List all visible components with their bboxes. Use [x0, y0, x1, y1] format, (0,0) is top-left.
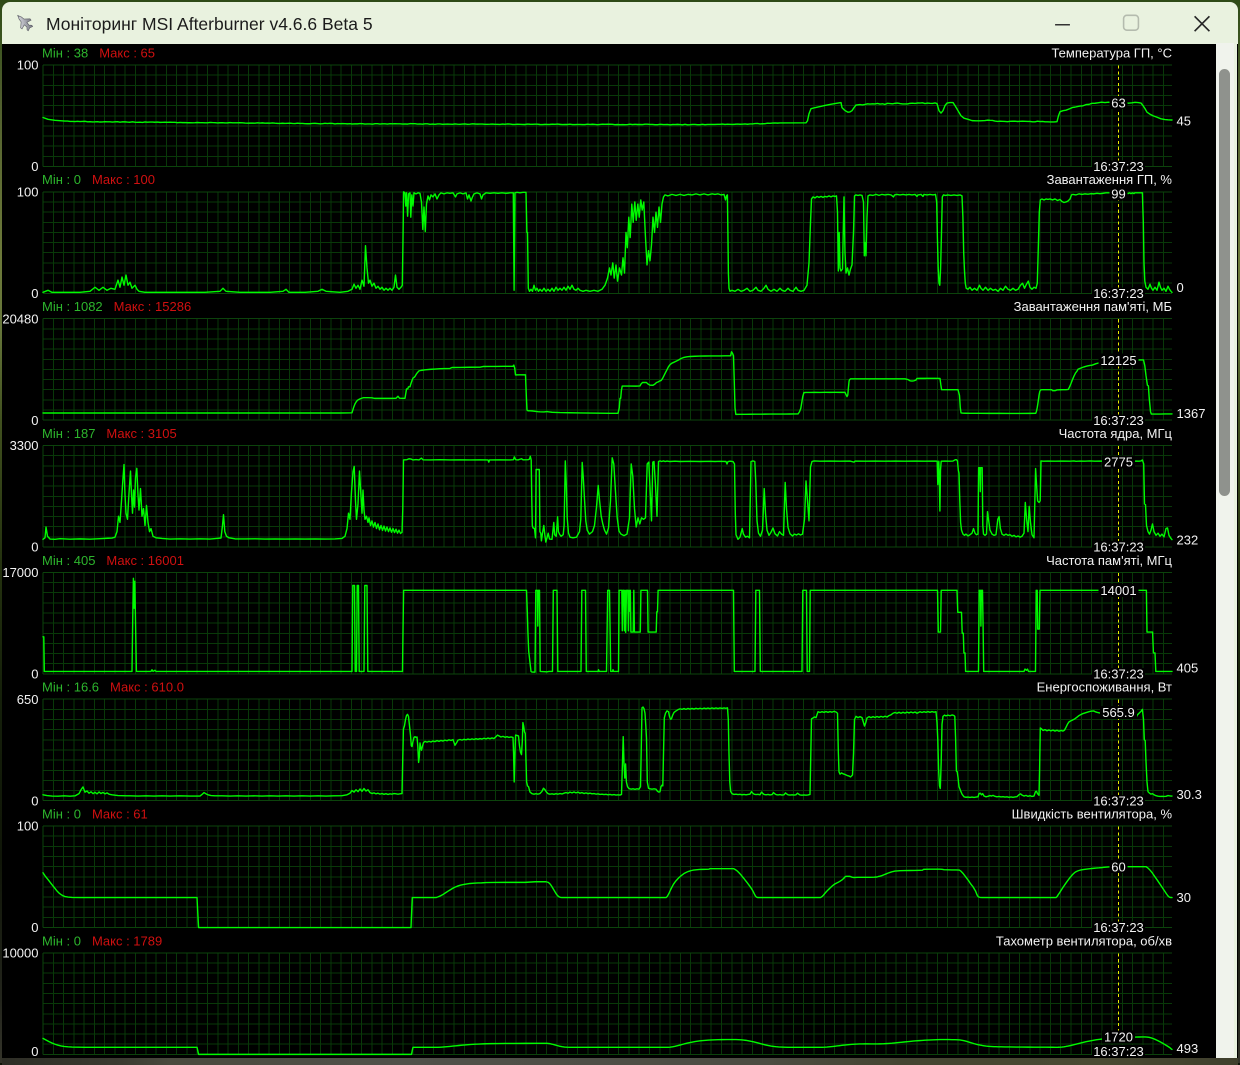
svg-text:Мін : 0: Мін : 0 — [42, 933, 81, 948]
svg-text:20480: 20480 — [2, 311, 38, 326]
svg-text:0: 0 — [31, 159, 38, 174]
svg-text:0: 0 — [1177, 280, 1184, 295]
svg-text:1720: 1720 — [1104, 1030, 1133, 1045]
svg-text:493: 493 — [1177, 1041, 1199, 1056]
svg-text:30: 30 — [1177, 890, 1191, 905]
svg-text:10000: 10000 — [2, 946, 38, 961]
svg-text:Мін : 187: Мін : 187 — [42, 426, 95, 441]
svg-text:Завантаження пам'яті, МБ: Завантаження пам'яті, МБ — [1014, 299, 1172, 314]
svg-text:Швидкість вентилятора, %: Швидкість вентилятора, % — [1012, 806, 1173, 821]
svg-text:Тахометр вентилятора, об/хв: Тахометр вентилятора, об/хв — [996, 933, 1172, 948]
svg-text:565.9: 565.9 — [1102, 705, 1135, 720]
svg-text:0: 0 — [31, 413, 38, 428]
svg-text:0: 0 — [31, 286, 38, 301]
svg-text:Макс : 61: Макс : 61 — [92, 806, 148, 821]
svg-text:12125: 12125 — [1100, 353, 1136, 368]
svg-text:0: 0 — [31, 793, 38, 808]
svg-text:Макс : 15286: Макс : 15286 — [114, 299, 192, 314]
svg-text:Мін : 0: Мін : 0 — [42, 172, 81, 187]
svg-text:Макс : 65: Макс : 65 — [99, 45, 155, 60]
svg-text:0: 0 — [31, 667, 38, 682]
svg-text:Макс : 1789: Макс : 1789 — [92, 933, 162, 948]
svg-text:650: 650 — [17, 692, 39, 707]
svg-text:Мін : 16.6: Мін : 16.6 — [42, 680, 99, 695]
svg-text:99: 99 — [1111, 186, 1125, 201]
svg-text:Макс : 100: Макс : 100 — [92, 172, 155, 187]
svg-text:232: 232 — [1177, 533, 1199, 548]
svg-text:1367: 1367 — [1177, 406, 1206, 421]
svg-text:0: 0 — [31, 540, 38, 555]
svg-text:3300: 3300 — [10, 438, 39, 453]
svg-text:45: 45 — [1177, 114, 1191, 129]
svg-text:100: 100 — [17, 185, 39, 200]
svg-text:Макс : 3105: Макс : 3105 — [106, 426, 176, 441]
svg-text:Мін : 0: Мін : 0 — [42, 806, 81, 821]
svg-text:17000: 17000 — [2, 565, 38, 580]
svg-text:60: 60 — [1111, 859, 1125, 874]
svg-text:Завантаження ГП, %: Завантаження ГП, % — [1047, 172, 1173, 187]
svg-text:30.3: 30.3 — [1177, 787, 1202, 802]
svg-text:Частота ядра, МГц: Частота ядра, МГц — [1059, 426, 1173, 441]
svg-text:405: 405 — [1177, 660, 1199, 675]
svg-text:14001: 14001 — [1100, 583, 1136, 598]
svg-text:Енергоспоживання, Вт: Енергоспоживання, Вт — [1037, 680, 1172, 695]
svg-text:0: 0 — [31, 920, 38, 935]
svg-text:Макс : 16001: Макс : 16001 — [106, 553, 184, 568]
svg-text:Мін : 1082: Мін : 1082 — [42, 299, 103, 314]
svg-text:Температура ГП, °C: Температура ГП, °C — [1051, 45, 1172, 60]
svg-text:2775: 2775 — [1104, 454, 1133, 469]
svg-text:100: 100 — [17, 58, 39, 73]
svg-text:100: 100 — [17, 819, 39, 834]
svg-text:Мін : 405: Мін : 405 — [42, 553, 95, 568]
svg-text:Частота пам'яті, МГц: Частота пам'яті, МГц — [1046, 553, 1172, 568]
svg-text:Макс : 610.0: Макс : 610.0 — [110, 680, 184, 695]
svg-text:63: 63 — [1111, 95, 1125, 110]
svg-text:Мін : 38: Мін : 38 — [42, 45, 88, 60]
